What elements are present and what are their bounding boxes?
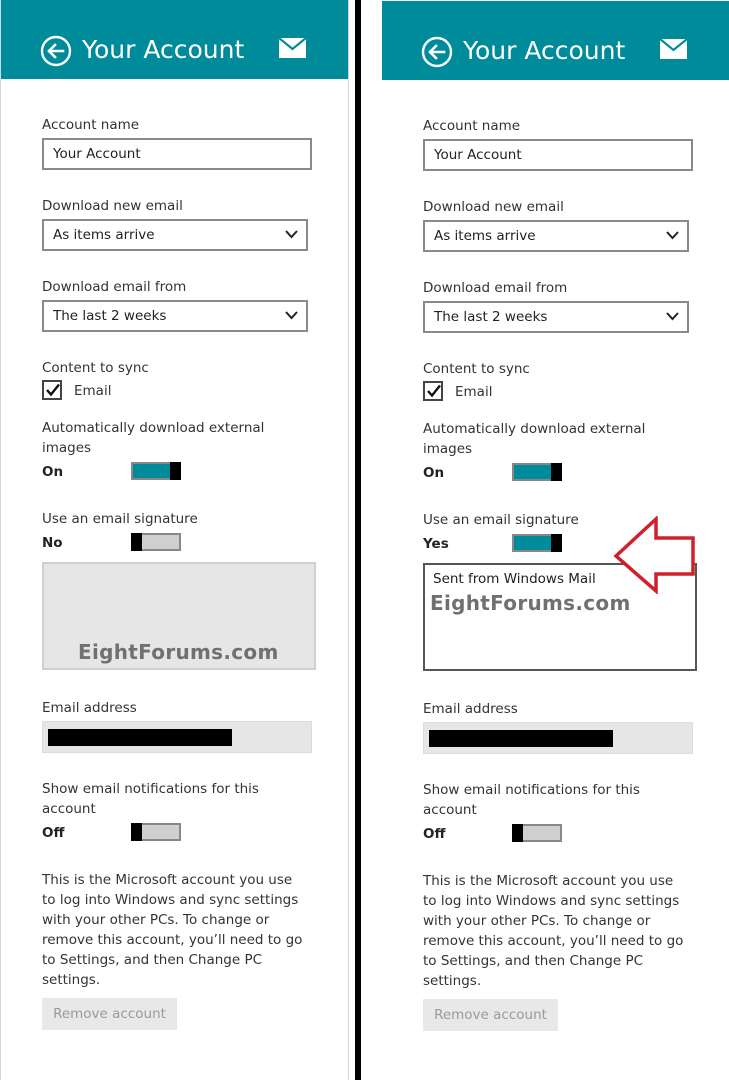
content-to-sync-label: Content to sync	[423, 361, 530, 377]
download-new-email-select[interactable]: As items arrive	[42, 219, 308, 251]
external-images-state: On	[423, 465, 445, 481]
info-line: with your other PCs. To change or	[42, 912, 270, 928]
download-email-from-select[interactable]: The last 2 weeks	[423, 301, 689, 333]
notifications-toggle[interactable]	[131, 823, 181, 841]
external-images-label-line2: images	[423, 441, 473, 457]
external-images-toggle[interactable]	[512, 463, 562, 481]
download-new-email-label: Download new email	[423, 199, 564, 215]
notifications-label-line1: Show email notifications for this	[423, 782, 640, 798]
email-sync-option-label: Email	[74, 383, 112, 399]
redacted-email	[48, 729, 232, 746]
notifications-label-line1: Show email notifications for this	[42, 781, 259, 797]
info-line: This is the Microsoft account you use	[42, 872, 293, 888]
email-address-label: Email address	[42, 700, 137, 716]
download-email-from-value: The last 2 weeks	[434, 309, 548, 325]
chevron-down-icon	[285, 311, 298, 320]
chevron-down-icon	[285, 230, 298, 239]
notifications-state: Off	[423, 826, 446, 842]
info-line: to Settings, and then Change PC	[42, 952, 263, 968]
signature-textarea[interactable]: EightForums.com	[42, 562, 316, 670]
eightforums-watermark: EightForums.com	[78, 640, 279, 664]
email-signature-label: Use an email signature	[42, 511, 198, 527]
notifications-label-line2: account	[423, 802, 477, 818]
eightforums-watermark: EightForums.com	[430, 591, 631, 615]
account-info-text: This is the Microsoft account you use to…	[42, 870, 317, 990]
info-line: settings.	[42, 972, 101, 988]
back-arrow-circle-icon[interactable]	[421, 36, 453, 68]
account-name-input[interactable]: Your Account	[42, 138, 312, 170]
external-images-toggle[interactable]	[131, 462, 181, 480]
download-new-email-select[interactable]: As items arrive	[423, 220, 689, 252]
notifications-state: Off	[42, 825, 65, 841]
email-sync-option-label: Email	[455, 384, 493, 400]
header-bar: Your Account	[382, 1, 729, 80]
email-address-field	[423, 722, 693, 754]
email-signature-toggle[interactable]	[512, 534, 562, 552]
notifications-label-line2: account	[42, 801, 96, 817]
download-new-email-label: Download new email	[42, 198, 183, 214]
info-line: with your other PCs. To change or	[423, 913, 651, 929]
download-email-from-value: The last 2 weeks	[53, 308, 167, 324]
checkmark-icon	[427, 384, 441, 398]
remove-account-button[interactable]: Remove account	[42, 998, 177, 1030]
signature-text: Sent from Windows Mail	[433, 571, 596, 587]
download-new-email-value: As items arrive	[434, 228, 536, 244]
header-bar: Your Account	[1, 0, 348, 79]
external-images-state: On	[42, 464, 64, 480]
page-title: Your Account	[463, 36, 626, 65]
notifications-toggle[interactable]	[512, 824, 562, 842]
email-address-field	[42, 721, 312, 753]
account-name-label: Account name	[42, 117, 140, 133]
account-name-input[interactable]: Your Account	[423, 139, 693, 171]
chevron-down-icon	[666, 312, 679, 321]
annotation-arrow-icon	[613, 516, 695, 594]
email-signature-state: Yes	[423, 536, 449, 552]
email-sync-checkbox[interactable]	[423, 381, 443, 401]
external-images-label-line1: Automatically download external	[423, 421, 646, 437]
chevron-down-icon	[666, 231, 679, 240]
email-sync-checkbox[interactable]	[42, 380, 62, 400]
panel-divider	[355, 0, 361, 1080]
account-info-text: This is the Microsoft account you use to…	[423, 871, 698, 991]
mail-envelope-icon[interactable]	[279, 38, 306, 58]
download-email-from-label: Download email from	[42, 279, 187, 295]
redacted-email	[429, 730, 613, 747]
info-line: to log into Windows and sync settings	[423, 893, 680, 909]
download-new-email-value: As items arrive	[53, 227, 155, 243]
info-line: This is the Microsoft account you use	[423, 873, 674, 889]
external-images-label-line1: Automatically download external	[42, 420, 265, 436]
info-line: settings.	[423, 973, 482, 989]
info-line: remove this account, you’ll need to go	[42, 932, 303, 948]
back-arrow-circle-icon[interactable]	[40, 35, 72, 67]
download-email-from-label: Download email from	[423, 280, 568, 296]
email-signature-label: Use an email signature	[423, 512, 579, 528]
remove-account-button[interactable]: Remove account	[423, 999, 558, 1031]
account-name-label: Account name	[423, 118, 521, 134]
email-signature-state: No	[42, 535, 63, 551]
checkmark-icon	[46, 383, 60, 397]
email-address-label: Email address	[423, 701, 518, 717]
email-signature-toggle[interactable]	[131, 533, 181, 551]
content-to-sync-label: Content to sync	[42, 360, 149, 376]
page-title: Your Account	[82, 35, 245, 64]
info-line: to log into Windows and sync settings	[42, 892, 299, 908]
info-line: remove this account, you’ll need to go	[423, 933, 684, 949]
account-settings-panel-left: Your Account Account name Your Account D…	[1, 0, 348, 1080]
mail-envelope-icon[interactable]	[660, 39, 687, 59]
info-line: to Settings, and then Change PC	[423, 953, 644, 969]
external-images-label-line2: images	[42, 440, 92, 456]
download-email-from-select[interactable]: The last 2 weeks	[42, 300, 308, 332]
